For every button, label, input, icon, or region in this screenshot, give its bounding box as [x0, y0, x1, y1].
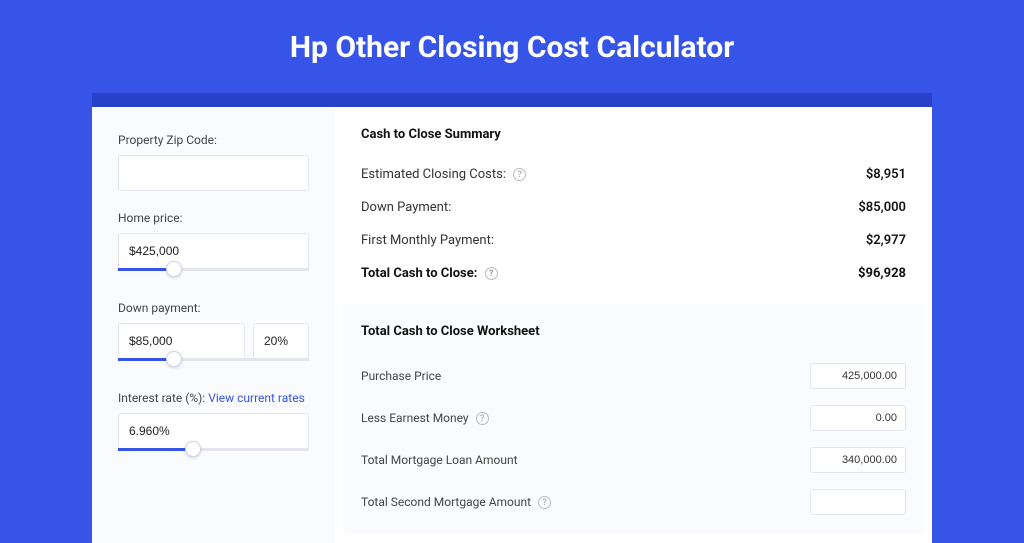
purchase-price-input[interactable] [810, 363, 906, 389]
home-price-label: Home price: [118, 211, 309, 225]
summary-row: First Monthly Payment: $2,977 [361, 224, 906, 257]
help-icon[interactable]: ? [485, 267, 498, 280]
main-panel: Cash to Close Summary Estimated Closing … [335, 107, 932, 543]
summary-row-value: $2,977 [866, 233, 906, 248]
worksheet-row: Total Mortgage Loan Amount [361, 439, 906, 481]
down-payment-label: Down payment: [118, 301, 309, 315]
slider-thumb[interactable] [185, 441, 201, 457]
summary-row: Estimated Closing Costs: ? $8,951 [361, 158, 906, 191]
worksheet-title: Total Cash to Close Worksheet [361, 324, 906, 339]
mortgage-amount-input[interactable] [810, 447, 906, 473]
summary-row-label: Estimated Closing Costs: ? [361, 167, 526, 182]
summary-row-label-text: Estimated Closing Costs: [361, 167, 506, 182]
view-rates-link[interactable]: View current rates [208, 391, 305, 405]
summary-total-value: $96,928 [858, 266, 906, 281]
down-payment-pct-input[interactable] [253, 323, 309, 359]
interest-rate-label: Interest rate (%): View current rates [118, 391, 309, 405]
summary-row-value: $8,951 [866, 167, 906, 182]
down-payment-input[interactable] [118, 323, 245, 359]
calculator-panel: Property Zip Code: Home price: Down paym… [92, 107, 932, 543]
home-price-field: Home price: [118, 211, 309, 281]
zip-field: Property Zip Code: [118, 133, 309, 191]
zip-input[interactable] [118, 155, 309, 191]
summary-total-label-text: Total Cash to Close: [361, 266, 477, 281]
second-mortgage-input[interactable] [810, 489, 906, 515]
worksheet-row: Less Earnest Money ? [361, 397, 906, 439]
interest-rate-label-text: Interest rate (%): [118, 391, 205, 405]
zip-label: Property Zip Code: [118, 133, 309, 147]
help-icon[interactable]: ? [476, 412, 489, 425]
earnest-money-input[interactable] [810, 405, 906, 431]
summary-total-row: Total Cash to Close: ? $96,928 [361, 257, 906, 290]
help-icon[interactable]: ? [538, 496, 551, 509]
slider-fill [118, 448, 191, 451]
slider-fill [118, 358, 171, 361]
worksheet-card: Total Cash to Close Worksheet Purchase P… [343, 304, 924, 533]
interest-rate-slider[interactable] [118, 449, 309, 461]
worksheet-row-label-text: Total Second Mortgage Amount [361, 495, 531, 509]
interest-rate-input[interactable] [118, 413, 309, 449]
worksheet-row: Total Second Mortgage Amount ? [361, 481, 906, 523]
page-title: Hp Other Closing Cost Calculator [0, 0, 1024, 93]
help-icon[interactable]: ? [513, 168, 526, 181]
home-price-slider[interactable] [118, 269, 309, 281]
worksheet-row-label: Purchase Price [361, 369, 441, 383]
worksheet-row-label: Total Second Mortgage Amount ? [361, 495, 551, 509]
down-payment-field: Down payment: [118, 301, 309, 371]
calculator-container: Property Zip Code: Home price: Down paym… [92, 93, 932, 543]
inputs-sidebar: Property Zip Code: Home price: Down paym… [92, 107, 335, 543]
slider-thumb[interactable] [166, 351, 182, 367]
home-price-input[interactable] [118, 233, 309, 269]
summary-row-value: $85,000 [858, 200, 906, 215]
worksheet-row-label: Less Earnest Money ? [361, 411, 489, 425]
summary-row: Down Payment: $85,000 [361, 191, 906, 224]
summary-title: Cash to Close Summary [361, 127, 906, 142]
worksheet-row: Purchase Price [361, 355, 906, 397]
worksheet-row-label-text: Less Earnest Money [361, 411, 469, 425]
summary-total-label: Total Cash to Close: ? [361, 266, 498, 281]
interest-rate-field: Interest rate (%): View current rates [118, 391, 309, 461]
slider-fill [118, 268, 171, 271]
summary-row-label: First Monthly Payment: [361, 233, 494, 248]
slider-thumb[interactable] [166, 261, 182, 277]
summary-row-label: Down Payment: [361, 200, 451, 215]
worksheet-row-label: Total Mortgage Loan Amount [361, 453, 518, 467]
summary-card: Cash to Close Summary Estimated Closing … [335, 107, 932, 304]
down-payment-slider[interactable] [118, 359, 309, 371]
